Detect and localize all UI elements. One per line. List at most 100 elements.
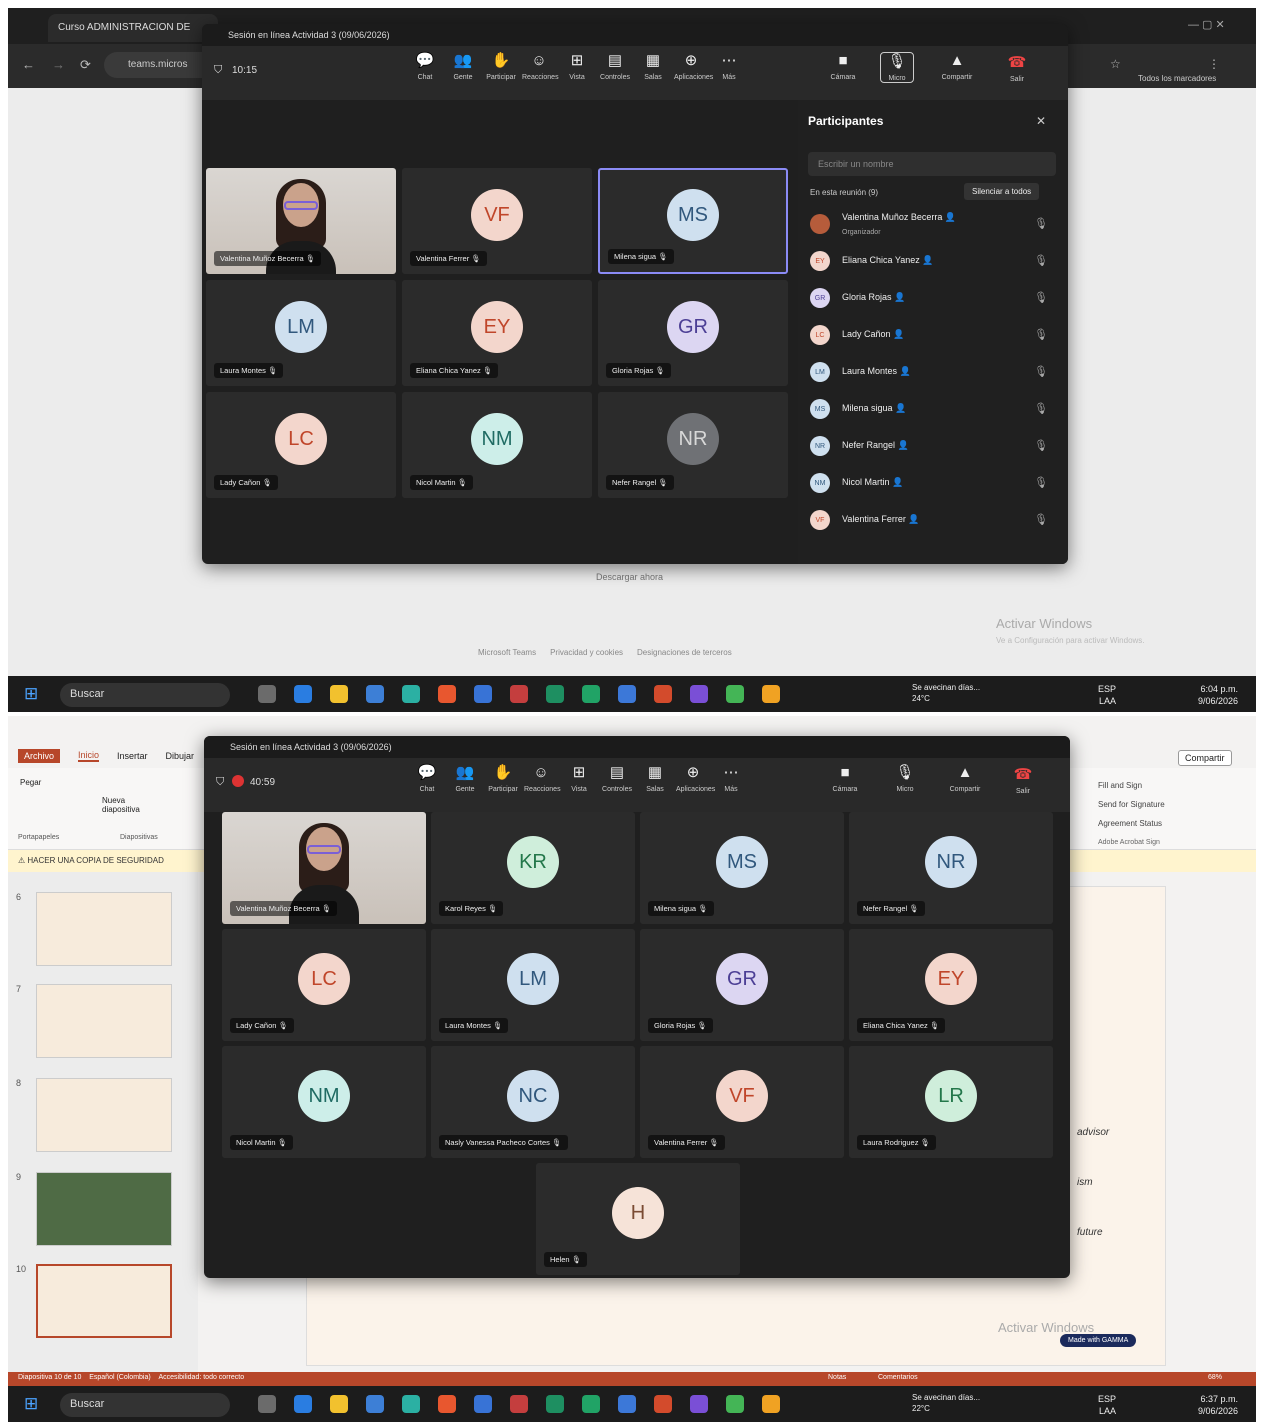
- participant-row[interactable]: GR Gloria Rojas 👤 🎙: [798, 280, 1058, 317]
- taskbar-clock-2[interactable]: 6:37 p.m. 9/06/2026: [1198, 1393, 1238, 1417]
- windows-start-icon[interactable]: ⊞: [24, 1394, 38, 1414]
- gamma-badge[interactable]: Made with GAMMA: [1060, 1334, 1137, 1347]
- slide-thumb-10[interactable]: [36, 1264, 172, 1338]
- slide-thumb-9[interactable]: [36, 1172, 172, 1246]
- taskbar-app-icon[interactable]: [294, 685, 312, 703]
- taskbar-app-icon[interactable]: [330, 685, 348, 703]
- participant-tile[interactable]: NR Nefer Rangel 🎙: [598, 392, 788, 498]
- send-for-signature-button[interactable]: Send for Signature: [1098, 795, 1165, 814]
- taskbar-app-icon[interactable]: [762, 1395, 780, 1413]
- forward-icon[interactable]: →: [52, 57, 65, 72]
- download-link[interactable]: Descargar ahora: [596, 572, 663, 582]
- taskbar-app-icon[interactable]: [258, 685, 276, 703]
- taskbar-app-icon[interactable]: [258, 1395, 276, 1413]
- taskbar-app-icon[interactable]: [474, 685, 492, 703]
- input-language[interactable]: ESP LAA: [1098, 683, 1116, 707]
- windows-start-icon[interactable]: ⊞: [24, 684, 38, 704]
- taskbar-app-icon[interactable]: [582, 1395, 600, 1413]
- participant-tile[interactable]: H Helen 🎙: [536, 1163, 740, 1275]
- taskbar-search[interactable]: Buscar: [60, 683, 230, 707]
- mic-off-icon[interactable]: 🎙: [1034, 439, 1048, 452]
- weather-widget[interactable]: Se avecinan días... 24°C: [912, 682, 992, 704]
- mic-off-icon[interactable]: 🎙: [1034, 217, 1048, 230]
- camera-button[interactable]: ■ Cámara: [826, 52, 860, 81]
- mic-off-icon[interactable]: 🎙: [1034, 291, 1048, 304]
- participant-row[interactable]: LM Laura Montes 👤 🎙: [798, 354, 1058, 391]
- toolbar-chat-button[interactable]: 💬 Chat: [410, 764, 444, 793]
- taskbar-app-icon[interactable]: [402, 685, 420, 703]
- slide-thumb-7[interactable]: [36, 984, 172, 1058]
- taskbar-app-icon[interactable]: [366, 685, 384, 703]
- agreement-status-button[interactable]: Agreement Status: [1098, 814, 1165, 833]
- toolbar-notes-button[interactable]: ▤ Controles: [600, 764, 634, 793]
- window-controls[interactable]: — ▢ ✕: [1188, 18, 1225, 31]
- mute-all-button[interactable]: Silenciar a todos: [964, 183, 1040, 200]
- taskbar-app-icon[interactable]: [546, 1395, 564, 1413]
- participant-tile[interactable]: VF Valentina Ferrer 🎙: [640, 1046, 844, 1158]
- fill-and-sign-button[interactable]: Fill and Sign: [1098, 776, 1165, 795]
- taskbar-app-icon[interactable]: [366, 1395, 384, 1413]
- participant-tile[interactable]: EY Eliana Chica Yanez 🎙: [402, 280, 592, 386]
- menu-icon[interactable]: ⋮: [1208, 57, 1220, 71]
- toolbar-people-button[interactable]: 👥 Gente: [448, 764, 482, 793]
- toolbar-apps-button[interactable]: ⊕ Aplicaciones: [676, 764, 715, 793]
- mic-off-icon[interactable]: 🎙: [1034, 402, 1048, 415]
- weather-widget-2[interactable]: Se avecinan días... 22°C: [912, 1392, 992, 1414]
- taskbar-app-icon[interactable]: [726, 685, 744, 703]
- toolbar-hand-button[interactable]: ✋ Participar: [486, 764, 520, 793]
- toolbar-apps-button[interactable]: ⊕ Aplicaciones: [674, 52, 713, 81]
- participant-tile[interactable]: NC Nasly Vanessa Pacheco Cortes 🎙: [431, 1046, 635, 1158]
- participant-row[interactable]: LC Lady Cañon 👤 🎙: [798, 317, 1058, 354]
- participant-tile[interactable]: MS Milena sigua 🎙: [640, 812, 844, 924]
- taskbar-app-icon[interactable]: [618, 685, 636, 703]
- leave-button[interactable]: ☎ Salir: [1000, 54, 1034, 83]
- participant-tile[interactable]: LC Lady Cañon 🎙: [206, 392, 396, 498]
- toolbar-rooms-button[interactable]: ▦ Salas: [636, 52, 670, 81]
- footer-link-third-party[interactable]: Designaciones de terceros: [637, 648, 732, 657]
- taskbar-app-icon[interactable]: [294, 1395, 312, 1413]
- participant-tile[interactable]: LC Lady Cañon 🎙: [222, 929, 426, 1041]
- participant-tile[interactable]: KR Karol Reyes 🎙: [431, 812, 635, 924]
- taskbar-app-icon[interactable]: [618, 1395, 636, 1413]
- taskbar-app-icon[interactable]: [654, 685, 672, 703]
- reload-icon[interactable]: ⟳: [80, 57, 91, 73]
- taskbar-app-icon[interactable]: [546, 685, 564, 703]
- toolbar-chat-button[interactable]: 💬 Chat: [408, 52, 442, 81]
- bookmarks-folder[interactable]: Todos los marcadores: [1138, 74, 1216, 83]
- taskbar-app-icon[interactable]: [510, 1395, 528, 1413]
- toolbar-grid-button[interactable]: ⊞ Vista: [562, 764, 596, 793]
- footer-link-teams[interactable]: Microsoft Teams: [478, 648, 536, 657]
- back-icon[interactable]: ←: [22, 57, 35, 72]
- participant-tile[interactable]: Valentina Muñoz Becerra 🎙: [206, 168, 396, 274]
- participant-row[interactable]: VF Valentina Ferrer 👤 🎙: [798, 502, 1058, 539]
- footer-link-privacy[interactable]: Privacidad y cookies: [550, 648, 623, 657]
- participant-search-input[interactable]: Escribir un nombre: [808, 152, 1056, 176]
- taskbar-app-icon[interactable]: [690, 1395, 708, 1413]
- share-button-2[interactable]: ▲ Compartir: [948, 764, 982, 793]
- taskbar-app-icon[interactable]: [402, 1395, 420, 1413]
- participant-row[interactable]: Valentina Muñoz Becerra 👤 Organizador 🎙: [798, 206, 1058, 243]
- taskbar-app-icon[interactable]: [690, 685, 708, 703]
- browser-tab-course[interactable]: Curso ADMINISTRACION DE: [48, 14, 218, 42]
- participant-tile[interactable]: LR Laura Rodriguez 🎙: [849, 1046, 1053, 1158]
- slide-thumb-6[interactable]: [36, 892, 172, 966]
- taskbar-search-2[interactable]: Buscar: [60, 1393, 230, 1417]
- participant-tile[interactable]: LM Laura Montes 🎙: [206, 280, 396, 386]
- participant-row[interactable]: MS Milena sigua 👤 🎙: [798, 391, 1058, 428]
- paste-button[interactable]: Pegar: [20, 778, 41, 787]
- camera-button-2[interactable]: ■ Cámara: [828, 764, 862, 793]
- new-slide-button[interactable]: Nueva diapositiva: [102, 796, 152, 814]
- participant-tile[interactable]: MS Milena sigua 🎙: [598, 168, 788, 274]
- participant-tile[interactable]: GR Gloria Rojas 🎙: [640, 929, 844, 1041]
- ppt-share-button[interactable]: Compartir: [1178, 750, 1232, 766]
- slide-thumb-8[interactable]: [36, 1078, 172, 1152]
- leave-button-2[interactable]: ☎ Salir: [1006, 766, 1040, 795]
- star-icon[interactable]: ☆: [1110, 57, 1121, 71]
- toolbar-grid-button[interactable]: ⊞ Vista: [560, 52, 594, 81]
- mic-off-icon[interactable]: 🎙: [1034, 476, 1048, 489]
- input-language-2[interactable]: ESP LAA: [1098, 1393, 1116, 1417]
- taskbar-app-icon[interactable]: [762, 685, 780, 703]
- toolbar-emoji-button[interactable]: ☺ Reacciones: [524, 764, 561, 793]
- taskbar-app-icon[interactable]: [330, 1395, 348, 1413]
- participant-row[interactable]: NR Nefer Rangel 👤 🎙: [798, 428, 1058, 465]
